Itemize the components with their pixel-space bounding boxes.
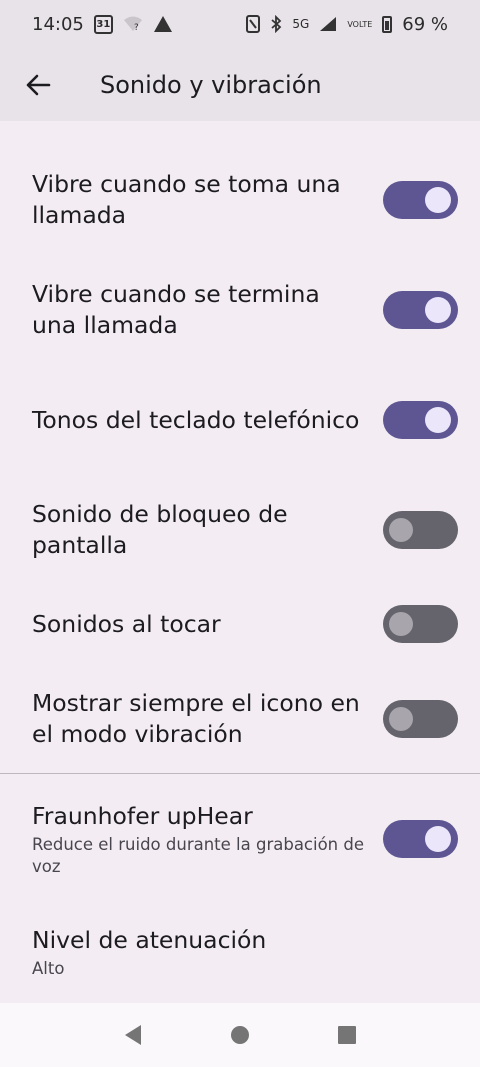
section-divider: [0, 773, 480, 774]
circle-home-icon: [230, 1026, 249, 1044]
nav-back-button[interactable]: [113, 1015, 153, 1055]
touch-sounds-toggle[interactable]: [383, 605, 458, 643]
setting-text: Fraunhofer upHear Reduce el ruido durant…: [32, 801, 367, 878]
toggle-knob: [425, 187, 451, 213]
signal-icon: [320, 17, 337, 31]
setting-attenuation-level[interactable]: Nivel de atenuación Alto: [0, 922, 480, 982]
setting-title: Vibre cuando se termina una llamada: [32, 280, 320, 339]
uphear-toggle[interactable]: [383, 820, 458, 858]
navigation-bar: [0, 1003, 480, 1067]
square-recents-icon: [337, 1026, 356, 1044]
app-bar: Sonido y vibración: [0, 48, 480, 121]
setting-touch-sounds[interactable]: Sonidos al tocar: [0, 605, 480, 643]
toggle-knob: [425, 826, 451, 852]
back-button[interactable]: [14, 61, 62, 109]
battery-icon: [382, 15, 393, 33]
battery-percent: 69 %: [402, 13, 448, 35]
setting-title: Sonido de bloqueo de pantalla: [32, 500, 288, 559]
setting-text: Sonido de bloqueo de pantalla: [32, 499, 367, 561]
volte-label: VOLTE: [347, 19, 373, 29]
nav-recents-button[interactable]: [327, 1015, 367, 1055]
nfc-icon: [246, 15, 261, 33]
setting-text: Mostrar siempre el icono en el modo vibr…: [32, 688, 367, 750]
vibrate-on-end-toggle[interactable]: [383, 291, 458, 329]
setting-summary: Alto: [32, 958, 65, 978]
setting-uphear[interactable]: Fraunhofer upHear Reduce el ruido durant…: [0, 797, 480, 881]
dialpad-tones-toggle[interactable]: [383, 401, 458, 439]
bluetooth-icon: [271, 15, 282, 33]
status-time: 14:05: [32, 13, 84, 35]
toggle-knob: [389, 612, 413, 636]
setting-vibrate-on-end[interactable]: Vibre cuando se termina una llamada: [0, 276, 480, 344]
setting-title: Nivel de atenuación: [32, 925, 267, 954]
setting-title: Tonos del teclado telefónico: [32, 405, 360, 434]
status-left: 14:05 31 ?: [32, 14, 173, 35]
setting-text: Nivel de atenuación Alto: [32, 925, 367, 980]
setting-text: Vibre cuando se termina una llamada: [32, 279, 367, 341]
vibrate-on-answer-toggle[interactable]: [383, 181, 458, 219]
setting-text: Vibre cuando se toma una llamada: [32, 169, 367, 231]
setting-text: Sonidos al tocar: [32, 609, 367, 640]
network-type: 5G: [292, 17, 310, 31]
triangle-back-icon: [125, 1025, 142, 1045]
toggle-knob: [389, 518, 413, 542]
setting-title: Mostrar siempre el icono en el modo vibr…: [32, 689, 360, 748]
setting-title: Sonidos al tocar: [32, 609, 221, 638]
page-title: Sonido y vibración: [100, 70, 322, 99]
setting-vibrate-icon[interactable]: Mostrar siempre el icono en el modo vibr…: [0, 685, 480, 753]
status-right: 5G VOLTE 69 %: [246, 14, 448, 35]
toggle-knob: [425, 407, 451, 433]
setting-text: Tonos del teclado telefónico: [32, 405, 367, 436]
setting-dialpad-tones[interactable]: Tonos del teclado telefónico: [0, 386, 480, 454]
setting-screen-lock-sound[interactable]: Sonido de bloqueo de pantalla: [0, 496, 480, 564]
alert-triangle-icon: [153, 16, 172, 32]
setting-summary: Reduce el ruido durante la grabación de …: [32, 834, 365, 876]
toggle-knob: [389, 707, 413, 731]
screen-lock-sound-toggle[interactable]: [383, 511, 458, 549]
arrow-back-icon: [26, 74, 51, 95]
vibrate-icon-toggle[interactable]: [383, 700, 458, 738]
status-bar: 14:05 31 ? 5G VOLTE 69 %: [0, 0, 480, 48]
wifi-question-icon: ?: [123, 16, 142, 33]
svg-text:?: ?: [134, 23, 139, 33]
toggle-knob: [425, 297, 451, 323]
nav-home-button[interactable]: [220, 1015, 260, 1055]
calendar-icon: 31: [93, 14, 113, 34]
setting-title: Fraunhofer upHear: [32, 801, 253, 830]
setting-title: Vibre cuando se toma una llamada: [32, 170, 341, 229]
setting-vibrate-on-answer[interactable]: Vibre cuando se toma una llamada: [0, 166, 480, 234]
